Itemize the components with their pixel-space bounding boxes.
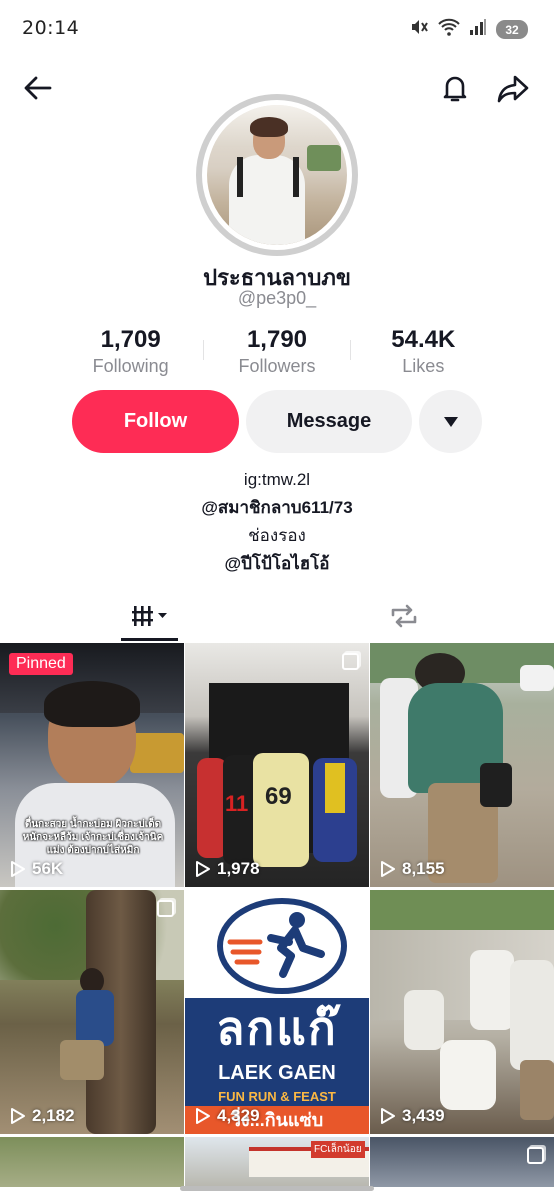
bio-mention[interactable]: @สมาชิกลาบ611/73 bbox=[0, 494, 554, 522]
bio-line: ช่องรอง bbox=[248, 526, 306, 545]
back-arrow-icon bbox=[24, 76, 52, 100]
poster-subtitle: FUN RUN & FEAST bbox=[185, 1088, 369, 1106]
video-thumbnail[interactable]: 8,155 bbox=[370, 643, 554, 887]
view-count: 2,182 bbox=[10, 1106, 75, 1126]
view-count: 8,155 bbox=[380, 859, 445, 879]
stat-label: Following bbox=[92, 356, 169, 376]
view-count-label: 1,978 bbox=[217, 859, 260, 878]
profile-avatar[interactable] bbox=[196, 94, 358, 256]
play-icon bbox=[381, 861, 395, 877]
notifications-button[interactable] bbox=[433, 66, 477, 110]
multi-photo-icon bbox=[157, 900, 174, 917]
share-button[interactable] bbox=[491, 66, 535, 110]
stat-value: 1,790 bbox=[246, 326, 308, 353]
bell-icon bbox=[443, 76, 467, 102]
play-icon bbox=[11, 861, 25, 877]
message-button[interactable]: Message bbox=[246, 390, 412, 453]
status-icons: 32 bbox=[409, 17, 528, 42]
videos-grid-icon bbox=[131, 606, 167, 626]
mute-icon bbox=[409, 17, 429, 42]
poster-thai-heading: ลกแก๊ bbox=[185, 998, 369, 1058]
reposts-icon bbox=[391, 604, 417, 628]
profile-stats: 1,709 Following 1,790 Followers 54.4K Li… bbox=[58, 326, 496, 376]
profile-bio: ig:tmw.2l @สมาชิกลาบ611/73 ช่องรอง @ปีโป… bbox=[0, 466, 554, 578]
view-count-label: 2,182 bbox=[32, 1106, 75, 1125]
video-thumbnail[interactable]: 11 69 1,978 bbox=[185, 643, 369, 887]
suggested-accounts-button[interactable] bbox=[419, 390, 482, 453]
stat-label: Followers bbox=[238, 356, 316, 376]
caret-down-icon bbox=[443, 416, 458, 427]
multi-photo-icon bbox=[342, 653, 359, 670]
play-icon bbox=[381, 1108, 395, 1124]
video-thumbnail[interactable]: FCเล็กน้อย bbox=[185, 1137, 369, 1187]
view-count-label: 4,329 bbox=[217, 1106, 260, 1125]
stat-value: 1,709 bbox=[100, 326, 161, 353]
play-icon bbox=[196, 861, 210, 877]
back-button[interactable] bbox=[16, 66, 60, 110]
battery-icon: 32 bbox=[496, 20, 528, 39]
home-indicator[interactable] bbox=[180, 1186, 374, 1191]
content-tabs bbox=[0, 590, 554, 642]
video-caption: ตื่นกะสวย น้ำกะบ่อม ผิวกะบ่เด็ด หนักจะหล… bbox=[22, 819, 164, 856]
video-thumbnail[interactable]: 2,182 bbox=[0, 890, 184, 1134]
share-icon bbox=[497, 75, 529, 103]
stat-likes[interactable]: 54.4K Likes bbox=[351, 326, 496, 378]
status-time: 20:14 bbox=[22, 17, 80, 39]
view-count: 4,329 bbox=[195, 1106, 260, 1126]
username-handle: @pe3p0_ bbox=[237, 288, 317, 308]
active-tab-indicator bbox=[121, 638, 178, 641]
view-count-label: 56K bbox=[32, 859, 64, 878]
runner-icon bbox=[227, 912, 325, 978]
status-bar: 20:14 32 bbox=[0, 0, 554, 56]
view-count: 1,978 bbox=[195, 859, 260, 879]
signal-icon bbox=[469, 18, 487, 41]
play-icon bbox=[196, 1108, 210, 1124]
pinned-badge: Pinned bbox=[9, 653, 73, 675]
video-thumbnail[interactable]: Pinned ตื่นกะสวย น้ำกะบ่อม ผิวกะบ่เด็ด ห… bbox=[0, 643, 184, 887]
tab-videos[interactable] bbox=[121, 590, 178, 642]
stat-value: 54.4K bbox=[391, 326, 456, 353]
view-count: 3,439 bbox=[380, 1106, 445, 1126]
stat-following[interactable]: 1,709 Following bbox=[58, 326, 203, 378]
sign-label: FCเล็กน้อย bbox=[311, 1141, 365, 1158]
stat-followers[interactable]: 1,790 Followers bbox=[204, 326, 349, 378]
stat-label: Likes bbox=[402, 356, 445, 376]
view-count-label: 8,155 bbox=[402, 859, 445, 878]
video-thumbnail[interactable]: 3,439 bbox=[370, 890, 554, 1134]
bio-mention[interactable]: @ปีโป้โอไฮโอ้ bbox=[0, 550, 554, 578]
video-thumbnail[interactable]: ลกแก๊ LAEK GAEN FUN RUN & FEAST วิ่ง...ก… bbox=[185, 890, 369, 1134]
wifi-icon bbox=[438, 17, 460, 42]
follow-button[interactable]: Follow bbox=[72, 390, 239, 453]
view-count: 56K bbox=[10, 859, 63, 879]
avatar-photo bbox=[207, 105, 347, 245]
multi-photo-icon bbox=[527, 1147, 544, 1164]
play-icon bbox=[11, 1108, 25, 1124]
bio-line: ig:tmw.2l bbox=[243, 470, 311, 489]
video-thumbnail[interactable] bbox=[0, 1137, 184, 1187]
tab-reposts[interactable] bbox=[378, 590, 430, 642]
video-thumbnail[interactable] bbox=[370, 1137, 554, 1187]
view-count-label: 3,439 bbox=[402, 1106, 445, 1125]
poster-title: LAEK GAEN bbox=[185, 1058, 369, 1088]
